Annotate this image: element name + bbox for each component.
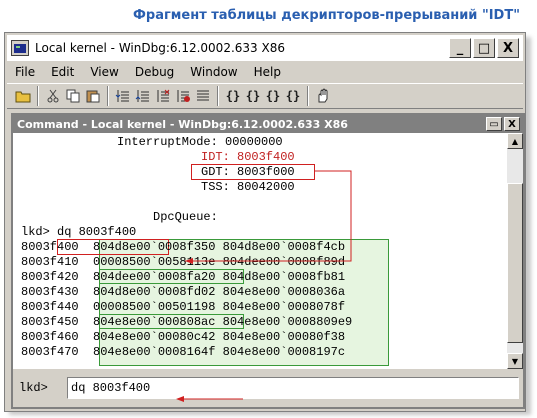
step-over-icon[interactable] [133,86,153,106]
window-titlebar[interactable]: Local kernel - WinDbg:6.12.0002.633 X86 … [7,35,523,61]
cut-icon[interactable] [43,86,63,106]
copy-icon[interactable] [63,86,83,106]
output-line: DpcQueue: [153,210,218,224]
command-window-restore-button[interactable]: ▭ [486,117,502,131]
hand-icon[interactable] [313,86,333,106]
brace-icon-3[interactable]: {} [263,86,283,106]
command-window-title: Command - Local kernel - WinDbg:6.12.000… [17,117,348,131]
source-mode-icon[interactable] [193,86,213,106]
brace-icon-1[interactable]: {} [223,86,243,106]
idt-row: 8003f410 00008500`0058113e 804dee00`0008… [21,255,346,269]
figure-caption: Фрагмент таблицы декрипторов-прерываний … [133,8,520,23]
menu-window[interactable]: Window [182,65,245,79]
output-line: TSS: 80042000 [201,180,295,194]
toolbar-separator [307,86,309,106]
maximize-button[interactable]: □ [473,38,495,58]
output-line-idt: IDT: 8003f400 [201,150,295,164]
menu-view[interactable]: View [82,65,126,79]
command-window-titlebar[interactable]: Command - Local kernel - WinDbg:6.12.000… [13,115,523,133]
idt-row: 8003f430 804d8e00`0008fd02 804e8e00`0008… [21,285,346,299]
idt-row: 8003f450 804e8e00`000808ac 804e8e00`0008… [21,315,353,329]
output-line-command: lkd> dq 8003f400 [21,225,137,239]
command-window-close-button[interactable]: X [504,117,520,131]
menu-edit[interactable]: Edit [43,65,82,79]
idt-row: 8003f400 804d8e00`0008f350 804d8e00`0008… [21,240,346,254]
scroll-up-icon[interactable]: ▲ [507,133,523,149]
minimize-button[interactable]: _ [449,38,471,58]
brace-icon-4[interactable]: {} [283,86,303,106]
scroll-down-icon[interactable]: ▼ [507,353,523,369]
toolbar: {} {} {} {} [7,83,523,109]
idt-row: 8003f470 804e8e00`0008164f 804e8e00`0008… [21,345,346,359]
idt-row: 8003f440 00008500`00501198 804e8e00`0008… [21,300,346,314]
open-folder-icon[interactable] [13,86,33,106]
paste-icon[interactable] [83,86,103,106]
toolbar-separator [217,86,219,106]
command-prompt: lkd> [19,381,48,395]
windbg-app-icon [11,40,29,56]
menu-file[interactable]: File [7,65,43,79]
stop-icon[interactable] [173,86,193,106]
windbg-window: Local kernel - WinDbg:6.12.0002.633 X86 … [4,32,526,412]
window-title: Local kernel - WinDbg:6.12.0002.633 X86 [35,41,285,55]
toolbar-separator [107,86,109,106]
menu-help[interactable]: Help [246,65,289,79]
menu-bar: File Edit View Debug Window Help [7,63,523,81]
close-button[interactable]: X [497,38,519,58]
command-input[interactable]: dq 8003f400 [67,377,519,399]
step-into-icon[interactable] [113,86,133,106]
toolbar-separator [37,86,39,106]
scroll-thumb[interactable] [507,183,523,343]
command-output[interactable]: InterruptMode: 00000000 IDT: 8003f400 GD… [15,135,509,367]
command-window: Command - Local kernel - WinDbg:6.12.000… [11,113,525,409]
output-line: GDT: 8003f000 [201,165,295,179]
command-input-row: lkd> dq 8003f400 [13,369,523,407]
menu-debug[interactable]: Debug [127,65,182,79]
output-line: InterruptMode: 00000000 [117,135,283,149]
idt-row: 8003f420 804dee00`0008fa20 804d8e00`0008… [21,270,346,284]
break-icon[interactable] [153,86,173,106]
output-scrollbar[interactable]: ▲ ▼ [507,133,523,369]
idt-row: 8003f460 804e8e00`00080c42 804e8e00`0008… [21,330,346,344]
brace-icon-2[interactable]: {} [243,86,263,106]
